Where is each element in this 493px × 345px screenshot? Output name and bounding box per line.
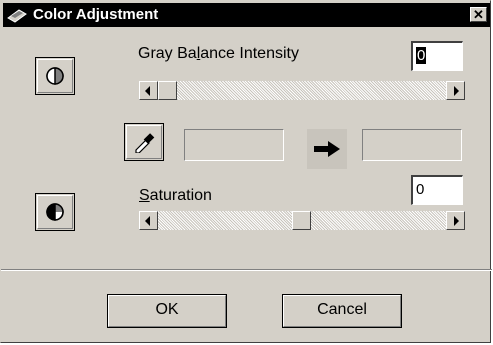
button-area-separator — [1, 269, 492, 271]
half-circle-icon — [46, 67, 64, 85]
gray-balance-icon-button[interactable] — [35, 57, 75, 95]
right-arrow-icon — [454, 86, 459, 96]
gray-balance-slider[interactable] — [139, 81, 465, 100]
saturation-scroll-left-button[interactable] — [139, 211, 158, 230]
scanner-icon — [7, 9, 27, 23]
window-title: Color Adjustment — [33, 6, 159, 23]
saturation-scroll-right-button[interactable] — [446, 211, 465, 230]
arrow-indicator — [307, 129, 347, 169]
source-color-swatch — [184, 129, 284, 161]
target-color-swatch — [362, 129, 462, 161]
gray-balance-scroll-left-button[interactable] — [139, 81, 158, 100]
gray-balance-slider-thumb[interactable] — [158, 81, 177, 100]
gray-balance-label-part2: ance Intensity — [200, 45, 299, 62]
gray-balance-scroll-right-button[interactable] — [446, 81, 465, 100]
saturation-label-part2: aturation — [149, 187, 212, 204]
eyedropper-icon — [135, 133, 155, 153]
close-x-icon: ✕ — [473, 7, 484, 22]
saturation-label: Saturation — [139, 187, 212, 205]
title-bar[interactable]: Color Adjustment ✕ — [3, 3, 490, 27]
gray-balance-label: Gray Balance Intensity — [138, 45, 299, 63]
saturation-label-mnemonic: S — [139, 187, 150, 204]
saturation-icon-button[interactable] — [35, 193, 75, 231]
close-button[interactable]: ✕ — [470, 7, 487, 22]
left-arrow-icon — [145, 86, 150, 96]
saturation-input[interactable]: 0 — [411, 175, 463, 205]
saturation-slider-thumb[interactable] — [292, 211, 311, 230]
half-circle-saturation-icon — [46, 203, 64, 221]
right-arrow-icon — [314, 141, 340, 157]
left-arrow-icon — [145, 216, 150, 226]
ok-button[interactable]: OK — [107, 294, 227, 328]
gray-balance-input[interactable]: 0 — [411, 41, 463, 71]
saturation-slider[interactable] — [139, 211, 465, 230]
gray-balance-label-part1: Gray Ba — [138, 45, 197, 62]
eyedropper-button[interactable] — [124, 123, 164, 161]
color-adjustment-dialog: Color Adjustment ✕ Gray Balance Intensit… — [0, 0, 492, 343]
cancel-button[interactable]: Cancel — [282, 294, 402, 328]
gray-balance-value: 0 — [416, 47, 427, 64]
right-arrow-icon — [454, 216, 459, 226]
cancel-button-label: Cancel — [317, 301, 367, 318]
saturation-value: 0 — [416, 181, 425, 198]
ok-button-label: OK — [155, 301, 179, 318]
